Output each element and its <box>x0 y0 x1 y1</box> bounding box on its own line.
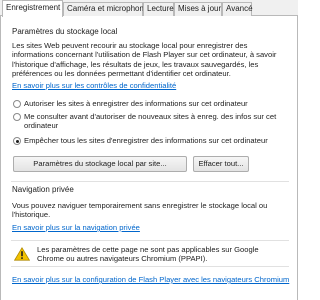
privacy-controls-link[interactable]: En savoir plus sur les contrôles de conf… <box>12 81 176 90</box>
radio-ask[interactable] <box>13 113 21 121</box>
chromium-config-link[interactable]: En savoir plus sur la configuration de F… <box>12 275 289 284</box>
private-browsing-heading: Navigation privée <box>12 185 74 194</box>
tab-bar: Enregistrement Caméra et microphone Lect… <box>0 0 298 17</box>
storage-description: Les sites Web peuvent recourir au stocka… <box>12 41 277 79</box>
tab-camera-microphone[interactable]: Caméra et microphone <box>63 2 148 16</box>
tab-avance[interactable]: Avancé <box>222 2 253 16</box>
radio-allow[interactable] <box>13 100 21 108</box>
warning-text: Les paramètres de cette page ne sont pas… <box>37 245 259 264</box>
private-browsing-link[interactable]: En savoir plus sur la navigation privée <box>12 223 140 232</box>
divider <box>11 181 289 182</box>
radio-block-label[interactable]: Empêcher tous les sites d'enregistrer de… <box>24 136 286 145</box>
tab-enregistrement[interactable]: Enregistrement <box>2 0 63 17</box>
radio-ask-label[interactable]: Me consulter avant d'autoriser de nouvea… <box>24 112 286 131</box>
tab-lecture[interactable]: Lecture <box>143 2 174 16</box>
warning-icon <box>14 247 30 261</box>
private-browsing-description: Vous pouvez naviguer temporairement sans… <box>12 201 268 220</box>
divider <box>11 266 289 267</box>
settings-panel: Paramètres du stockage local Les sites W… <box>0 16 298 300</box>
tab-mises-a-jour[interactable]: Mises à jour <box>174 2 222 16</box>
radio-allow-label[interactable]: Autoriser les sites à enregistrer des in… <box>24 99 286 108</box>
radio-block[interactable] <box>13 137 21 145</box>
storage-heading: Paramètres du stockage local <box>12 27 118 36</box>
clear-all-button[interactable]: Effacer tout... <box>193 156 249 172</box>
divider <box>11 240 289 241</box>
per-site-settings-button[interactable]: Paramètres du stockage local par site... <box>13 156 187 172</box>
